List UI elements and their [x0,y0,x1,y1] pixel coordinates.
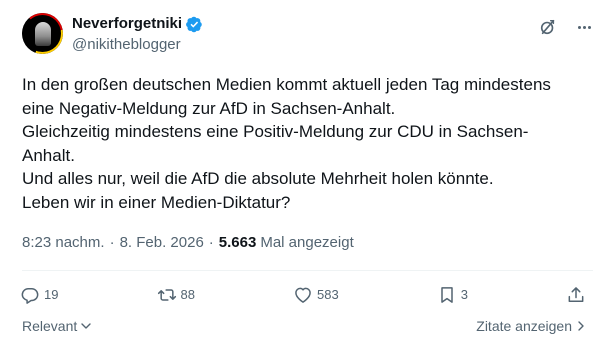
action-bar: 19 88 583 3 [20,283,593,307]
tweet-footer: Relevant Zitate anzeigen [22,316,587,336]
like-count: 583 [317,287,339,302]
tweet-text-line: Gleichzeitig mindestens eine Positiv-Mel… [22,122,529,141]
author-handle[interactable]: @nikitheblogger [72,35,203,55]
divider [22,270,593,271]
bookmark-icon [440,287,453,303]
share-icon [568,287,584,302]
repost-count: 88 [180,287,195,302]
reply-button[interactable]: 19 [20,285,58,305]
more-options-icon[interactable] [575,18,593,36]
tweet-text-line: Anhalt. [22,145,75,165]
verified-badge-icon[interactable] [186,16,203,33]
tweet-text-line: Und alles nur, weil die AfD die absolute… [22,169,494,188]
author-names: Neverforgetniki @nikitheblogger [72,14,203,55]
author-display-name-text: Neverforgetniki [72,15,183,32]
tweet-text-line: Leben wir in einer Medien-Diktatur? [22,192,291,212]
meta-separator: · [208,234,214,251]
profile-avatar[interactable] [22,13,63,54]
tweet-text: In den großen deutschen Medien kommt akt… [22,73,592,214]
bookmark-button[interactable]: 3 [437,285,468,305]
author-display-name[interactable]: Neverforgetniki [72,14,203,34]
header-actions [539,18,593,36]
sort-relevant-label: Relevant [22,318,78,334]
reply-icon [21,288,39,304]
share-button[interactable] [566,285,586,305]
tweet-date[interactable]: 8. Feb. 2026 [120,233,204,253]
tweet-text-line: In den großen deutschen Medien kommt akt… [22,75,551,94]
meta-separator: · [109,234,115,251]
grok-icon[interactable] [539,18,557,36]
tweet-time[interactable]: 8:23 nachm. [22,233,105,253]
views-label: Mal angezeigt [260,234,354,251]
chevron-down-icon [81,323,91,329]
bookmark-count: 3 [460,287,468,302]
avatar-figure [35,22,51,46]
view-quotes-link[interactable]: Zitate anzeigen [476,318,587,334]
tweet-card: Neverforgetniki @nikitheblogger In den g… [0,0,607,341]
view-quotes-label: Zitate anzeigen [476,318,572,334]
chevron-right-icon [578,321,584,331]
tweet-header: Neverforgetniki @nikitheblogger [22,13,593,59]
tweet-meta: 8:23 nachm. · 8. Feb. 2026 · 5.663 Mal a… [22,233,354,253]
like-button[interactable]: 583 [293,285,339,305]
heart-icon [295,287,311,303]
reply-count: 19 [44,287,59,302]
views-count: 5.663 [218,234,257,251]
repost-button[interactable]: 88 [157,285,195,305]
repost-icon [157,289,176,301]
tweet-text-line: eine Negativ-Meldung zur AfD in Sachsen-… [22,98,396,118]
sort-relevant-dropdown[interactable]: Relevant [22,318,92,334]
